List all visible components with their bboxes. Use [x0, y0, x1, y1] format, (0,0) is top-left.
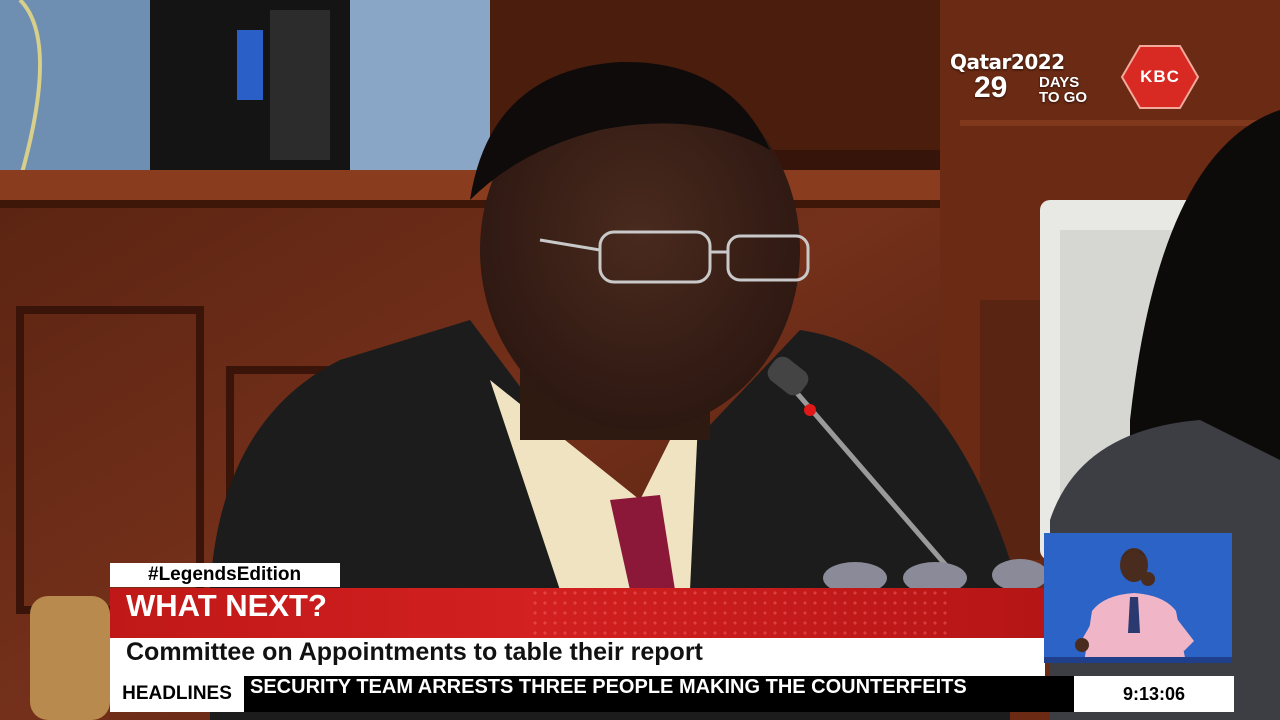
news-ticker: SECURITY TEAM ARRESTS THREE PEOPLE MAKIN…: [244, 676, 1074, 712]
event-title: Qatar2022: [950, 50, 1065, 74]
kbc-logo-text: KBC: [1140, 67, 1180, 86]
days-label: DAYS: [1039, 74, 1080, 91]
sign-language-interpreter-inset: [1044, 533, 1232, 663]
hashtag-tag: #LegendsEdition: [110, 563, 340, 587]
days-count: 29: [974, 71, 1008, 104]
days-to-go-label: DAYS TO GO: [1039, 75, 1087, 105]
subheadline-text: Committee on Appointments to table their…: [126, 638, 703, 666]
subheadline-bar: Committee on Appointments to table their…: [110, 638, 1045, 676]
headline-bar-pattern: [530, 588, 950, 638]
to-go-label: TO GO: [1039, 89, 1088, 106]
ticker-text: SECURITY TEAM ARRESTS THREE PEOPLE MAKIN…: [250, 676, 967, 698]
headline-text: WHAT NEXT?: [126, 588, 327, 623]
broadcast-clock: 9:13:06: [1074, 676, 1234, 712]
ticker-label: HEADLINES: [110, 676, 244, 712]
headline-bar: WHAT NEXT?: [110, 588, 1045, 638]
kbc-logo: KBC: [1120, 44, 1200, 110]
